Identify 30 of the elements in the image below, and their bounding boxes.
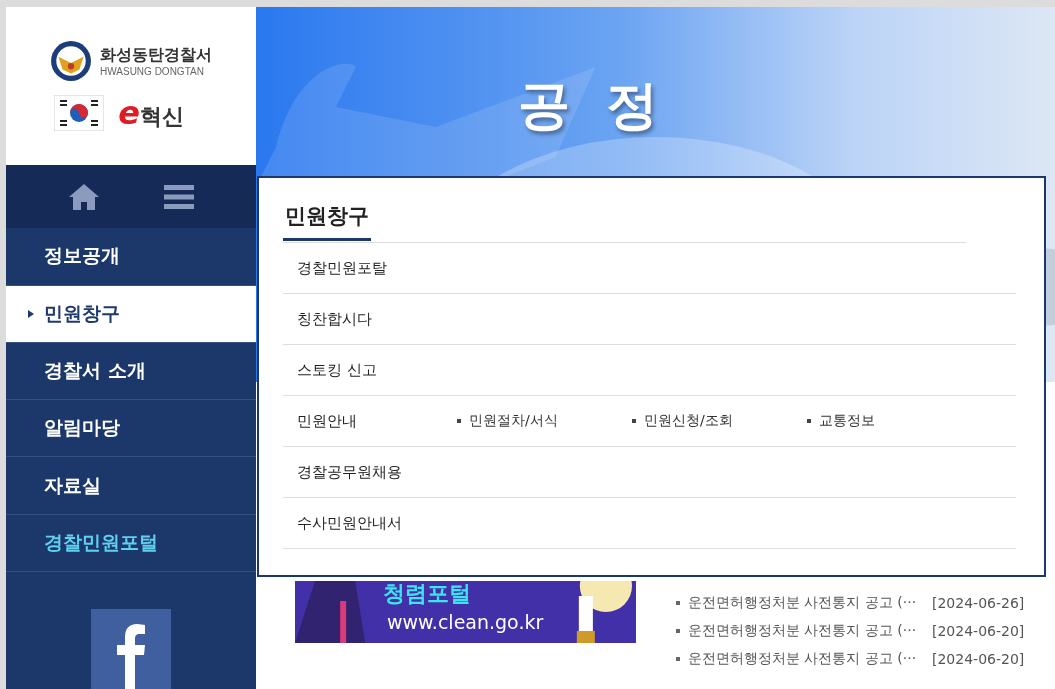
submenu-link[interactable]: 경찰공무원채용 xyxy=(297,462,457,482)
menu-icon[interactable] xyxy=(162,182,195,211)
station-name: 화성동탄경찰서 xyxy=(100,45,212,66)
submenu-sublink[interactable]: 교통정보 xyxy=(819,412,875,430)
submenu-link[interactable]: 칭찬합시다 xyxy=(297,309,457,329)
submenu-link[interactable]: 경찰민원포탈 xyxy=(297,258,457,278)
notice-link[interactable]: 운전면허행정처분 사전통지 공고 (··· xyxy=(688,621,932,640)
submenu-link[interactable]: 수사민원안내서 xyxy=(297,513,457,533)
submenu-sublink[interactable]: 민원신청/조회 xyxy=(644,412,733,430)
submenu-link[interactable]: 스토킹 신고 xyxy=(297,360,457,380)
notice-date: [2024-06-20] xyxy=(932,622,1025,639)
banner-ad[interactable]: 청렴포털 www.clean.go.kr xyxy=(295,581,636,643)
sidebar-item[interactable]: 민원창구 xyxy=(6,285,258,343)
innovation-logo: e혁신 xyxy=(118,94,184,132)
submenu-sublink[interactable]: 민원절차/서식 xyxy=(469,412,558,430)
flag-icon xyxy=(54,95,105,131)
home-icon[interactable] xyxy=(67,182,100,211)
dropdown-title: 민원창구 xyxy=(283,202,371,241)
notice-link[interactable]: 운전면허행정처분 사전통지 공고 (··· xyxy=(688,593,932,612)
banner-title: 청렴포털 xyxy=(383,581,471,607)
notice-link[interactable]: 운전면허행정처분 사전통지 공고 (··· xyxy=(688,649,932,668)
facebook-icon[interactable] xyxy=(91,609,171,689)
banner-url: www.clean.go.kr xyxy=(387,611,544,633)
notice-date: [2024-06-26] xyxy=(932,594,1025,611)
hero-slogan: 공 정 xyxy=(518,74,659,137)
caret-icon xyxy=(28,309,34,318)
police-emblem-icon xyxy=(50,40,92,82)
submenu-link[interactable]: 민원안내 xyxy=(297,411,457,431)
notice-date: [2024-06-20] xyxy=(932,650,1025,667)
station-subtitle: HWASUNG DONGTAN xyxy=(100,66,205,77)
